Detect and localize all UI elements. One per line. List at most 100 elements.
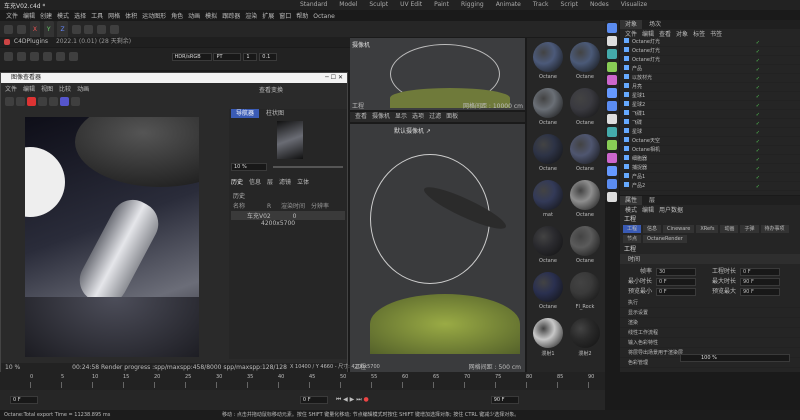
vp-menu-item[interactable]: 选项 (412, 113, 424, 120)
tool-icon[interactable] (607, 179, 617, 189)
attr-subtab[interactable]: Cineware (663, 225, 695, 233)
layout-tab[interactable]: Model (339, 1, 357, 8)
start-frame[interactable]: 0 F (10, 396, 38, 404)
attr-row[interactable]: 输入色彩特性 (620, 338, 800, 348)
material-swatch[interactable]: Octane (568, 42, 602, 84)
menu-item[interactable]: 角色 (171, 13, 183, 20)
viewer-zoom[interactable]: 10 % (5, 364, 20, 371)
layout-tab[interactable]: Nodes (590, 1, 609, 8)
attr-subtab[interactable]: 工程 (623, 225, 642, 233)
cube-icon[interactable] (110, 25, 120, 34)
menu-item[interactable]: 帮助 (296, 13, 308, 20)
tool-icon[interactable] (607, 166, 617, 176)
obj-menu-item[interactable]: 对象 (676, 31, 688, 38)
vp-menu-item[interactable]: 查看 (355, 113, 367, 120)
current-frame[interactable]: 0 F (299, 396, 328, 404)
tool-icon[interactable] (607, 88, 617, 98)
attr-field-value[interactable]: 0 F (656, 278, 696, 286)
object-row[interactable]: 细胞器 ✓ (620, 155, 800, 164)
material-swatch[interactable]: 漫射2 (568, 318, 602, 360)
material-swatch[interactable]: Octane (568, 88, 602, 130)
material-swatch[interactable]: Octane (531, 226, 565, 268)
undo-icon[interactable] (4, 25, 13, 34)
obj-menu-item[interactable]: 查看 (659, 31, 671, 38)
obj-menu-item[interactable]: 编辑 (642, 31, 654, 38)
object-row[interactable]: 产品 ✓ (620, 65, 800, 74)
viewport-main[interactable]: 默认摄像机 ↗ 工程 网格间距 : 500 cm (350, 124, 525, 372)
menu-item[interactable]: 文件 (6, 13, 18, 20)
camera-icon[interactable] (55, 52, 65, 61)
material-swatch[interactable]: Fl_Rock (568, 272, 602, 314)
tool-icon[interactable] (607, 101, 617, 111)
object-row[interactable]: 以放材光 ✓ (620, 74, 800, 83)
timeline[interactable]: 0 5 10 15 20 25 30 35 40 45 50 55 60 65 70 75 80 85 90 (0, 372, 605, 390)
menu-item[interactable]: 模式 (57, 13, 69, 20)
menu-item[interactable]: 渲染 (245, 13, 257, 20)
history-row[interactable]: 车充V02 0 4200x5700 (231, 211, 345, 227)
attr-subtab[interactable]: 信息 (643, 225, 662, 233)
tab-takes[interactable]: 场次 (644, 20, 666, 29)
attr-field-value[interactable]: 90 F (740, 288, 780, 296)
object-row[interactable]: 星球2 ✓ (620, 101, 800, 110)
menu-item[interactable]: 网格 (108, 13, 120, 20)
value-2[interactable]: 0.1 (259, 53, 278, 61)
plugin-label[interactable]: C4DPlugins (14, 38, 48, 45)
tool-icon[interactable] (607, 140, 617, 150)
open-icon[interactable] (16, 97, 25, 106)
material-swatch[interactable]: 漫射1 (531, 318, 565, 360)
object-row[interactable]: 产品2 ✓ (620, 182, 800, 191)
zoom-slider[interactable] (273, 166, 343, 168)
layout-tab[interactable]: Script (561, 1, 578, 8)
stop-icon[interactable] (27, 97, 36, 106)
attr-field-value[interactable]: 90 F (740, 278, 780, 286)
channel-icon[interactable] (60, 97, 69, 106)
attr-row[interactable]: 显示设置 (620, 308, 800, 318)
window-controls[interactable]: ─ ☐ ✕ (325, 73, 343, 83)
compare-icon[interactable] (38, 97, 47, 106)
viewer-menu-item[interactable]: 编辑 (23, 86, 35, 93)
tool-icon[interactable] (607, 127, 617, 137)
tool-icon[interactable] (607, 153, 617, 163)
viewer-menu-item[interactable]: 文件 (5, 86, 17, 93)
viewport-top[interactable]: 摄像机 工程 网格间距 : 10000 cm (350, 38, 525, 110)
value-1[interactable]: 1 (243, 53, 258, 61)
attr-menu-item[interactable]: 用户数据 (659, 207, 683, 214)
layout-tab[interactable]: Standard (300, 1, 327, 8)
move-tool-icon[interactable] (16, 52, 26, 61)
viewer-menu-item[interactable]: 比较 (59, 86, 71, 93)
vp-menu-item[interactable]: 面板 (446, 113, 458, 120)
attr-row[interactable]: 渲染 (620, 318, 800, 328)
ab-icon[interactable] (49, 97, 58, 106)
layout-tab[interactable]: UV Edit (400, 1, 422, 8)
material-swatch[interactable]: Octane (531, 42, 565, 84)
tab-histogram[interactable]: 柱状图 (261, 109, 289, 118)
object-row[interactable]: Octane相机 ✓ (620, 146, 800, 155)
object-row[interactable]: 星球 ✓ (620, 128, 800, 137)
layout-tab[interactable]: Animate (496, 1, 521, 8)
attr-row[interactable]: 执行 (620, 298, 800, 308)
hist-tab[interactable]: 滤镜 (279, 179, 291, 186)
object-row[interactable]: 星球1 ✓ (620, 92, 800, 101)
attr-field-value[interactable]: 30 (656, 268, 696, 276)
attr-subtab[interactable]: OctaneRender (643, 235, 687, 243)
hist-tab[interactable]: 历史 (231, 179, 243, 186)
menu-item[interactable]: 选择 (74, 13, 86, 20)
object-row[interactable]: 月亮 ✓ (620, 83, 800, 92)
save-icon[interactable] (5, 97, 14, 106)
zoom-field[interactable]: 10 % (231, 163, 267, 171)
lock-icon[interactable] (29, 52, 39, 61)
view-transform-label[interactable]: 查看变换 (259, 85, 283, 94)
material-swatch[interactable]: Octane (531, 88, 565, 130)
end-frame[interactable]: 90 F (490, 396, 519, 404)
vp-menu-item[interactable]: 过滤 (429, 113, 441, 120)
menu-item[interactable]: 扩展 (262, 13, 274, 20)
tab-layers[interactable]: 层 (644, 196, 660, 205)
menu-item[interactable]: 模拟 (205, 13, 217, 20)
hist-tab[interactable]: 立体 (297, 179, 309, 186)
attr-field-value[interactable]: 0 F (740, 268, 780, 276)
scale-icon[interactable] (97, 25, 107, 34)
attr-subtab[interactable]: 待办事项 (760, 225, 789, 233)
grid-icon[interactable] (42, 52, 52, 61)
object-row[interactable]: Octane天空 ✓ (620, 137, 800, 146)
menu-item[interactable]: 跟踪器 (222, 13, 240, 20)
